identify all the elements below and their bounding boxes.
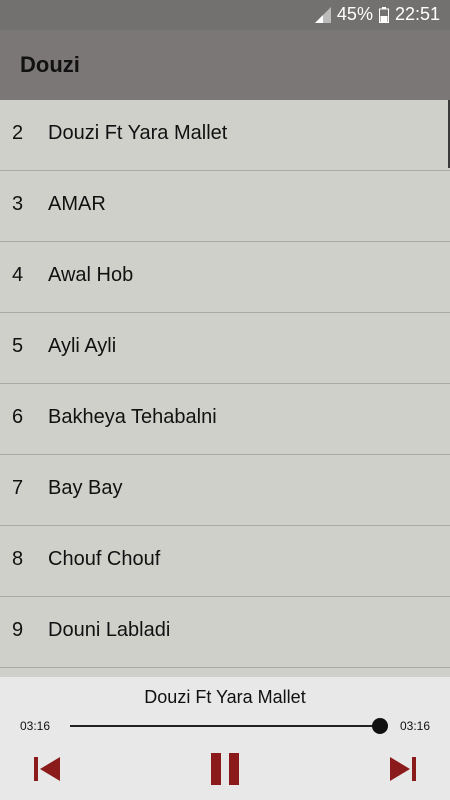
track-name: Bakheya Tehabalni <box>48 406 217 428</box>
track-number: 5 <box>12 335 24 357</box>
track-name: Chouf Chouf <box>48 548 161 570</box>
track-number: 4 <box>12 264 24 286</box>
track-row[interactable]: 8 Chouf Chouf <box>0 526 450 597</box>
track-row[interactable]: 5 Ayli Ayli <box>0 313 450 384</box>
skip-previous-icon <box>34 757 60 781</box>
track-number: 9 <box>12 619 24 641</box>
track-number: 2 <box>12 122 24 144</box>
track-name: Bay Bay <box>48 477 123 499</box>
track-name: Ayli Ayli <box>48 335 117 357</box>
track-name: Douzi Ft Yara Mallet <box>48 122 228 144</box>
track-number: 6 <box>12 406 24 428</box>
track-row[interactable]: 2 Douzi Ft Yara Mallet <box>0 100 450 171</box>
status-time: 22:51 <box>394 4 440 24</box>
track-row[interactable]: 6 Bakheya Tehabalni <box>0 384 450 455</box>
track-row[interactable]: 3 AMAR <box>0 171 450 242</box>
seek-bar[interactable] <box>70 725 380 727</box>
now-playing-title: Douzi Ft Yara Mallet <box>144 687 306 707</box>
track-row[interactable]: 4 Awal Hob <box>0 242 450 313</box>
pause-icon <box>211 753 239 785</box>
track-name: Douni Labladi <box>48 619 171 641</box>
battery-percentage: 45% <box>336 4 373 24</box>
pause-button[interactable] <box>205 749 245 789</box>
track-row[interactable]: 9 Douni Labladi <box>0 597 450 668</box>
track-list[interactable]: 2 Douzi Ft Yara Mallet 3 AMAR 4 Awal Hob… <box>0 100 450 677</box>
track-number: 3 <box>12 193 24 215</box>
track-name: Awal Hob <box>48 264 134 286</box>
track-number: 8 <box>12 548 24 570</box>
track-number: 7 <box>12 477 24 499</box>
previous-button[interactable] <box>28 749 68 789</box>
elapsed-time: 03:16 <box>20 719 51 733</box>
status-bar: 45% 22:51 <box>0 0 450 30</box>
battery-icon <box>378 6 389 23</box>
app-title: Douzi <box>20 52 80 77</box>
track-row[interactable]: 7 Bay Bay <box>0 455 450 526</box>
app-bar: Douzi <box>0 30 450 100</box>
skip-next-icon <box>390 757 416 781</box>
player-panel: Douzi Ft Yara Mallet 03:16 03:16 <box>0 677 450 800</box>
signal-icon <box>314 6 331 23</box>
track-name: AMAR <box>48 193 106 215</box>
status-right: 45% 22:51 <box>314 4 440 25</box>
duration-time: 03:16 <box>399 719 430 733</box>
seek-thumb[interactable] <box>372 718 388 734</box>
next-button[interactable] <box>382 749 422 789</box>
